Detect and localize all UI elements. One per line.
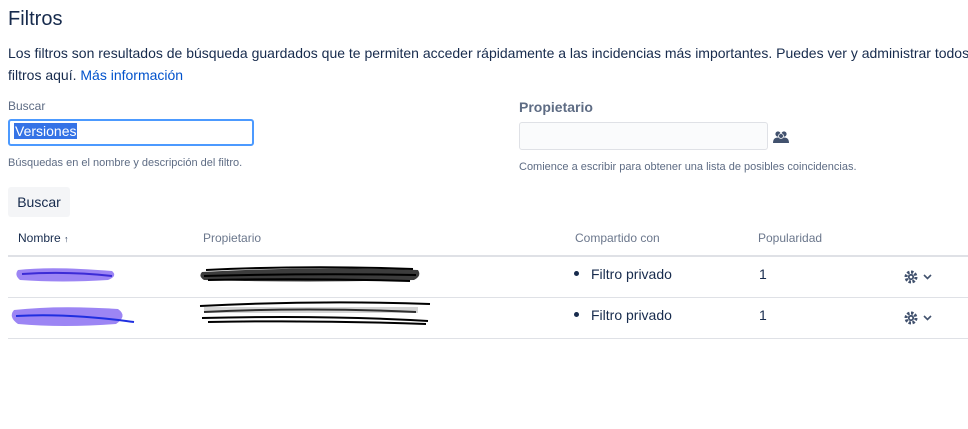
owner-hint: Comience a escribir para obtener una lis… xyxy=(519,161,857,173)
sort-ascending-icon: ↑ xyxy=(64,234,69,244)
gear-dropdown-icon[interactable] xyxy=(903,269,933,285)
gear-dropdown-icon[interactable] xyxy=(903,310,933,326)
column-header-name-label: Nombre xyxy=(18,231,61,245)
page-title: Filtros xyxy=(8,8,63,30)
search-label: Buscar xyxy=(8,99,46,113)
search-hint: Búsquedas en el nombre y descripción del… xyxy=(8,157,243,169)
shared-with: Filtro privado xyxy=(591,266,672,282)
column-header-popularity: Popularidad xyxy=(758,231,823,245)
shared-with: Filtro privado xyxy=(591,307,672,323)
popularity: 1 xyxy=(759,307,767,323)
description-text: Los filtros son resultados de búsqueda g… xyxy=(8,45,968,61)
owner-input[interactable] xyxy=(519,122,768,150)
table-header-divider xyxy=(8,255,968,257)
search-button[interactable]: Buscar xyxy=(8,187,70,217)
redacted-owner xyxy=(199,301,431,325)
description-text-line2: filtros aquí. xyxy=(8,67,77,83)
popularity: 1 xyxy=(759,266,767,282)
users-icon[interactable] xyxy=(773,130,789,144)
redacted-filter-name[interactable] xyxy=(8,302,140,332)
column-header-owner: Propietario xyxy=(203,231,262,245)
redacted-filter-name[interactable] xyxy=(12,262,122,286)
row-divider xyxy=(8,338,968,339)
owner-label: Propietario xyxy=(519,99,593,115)
bullet-icon xyxy=(574,312,579,317)
search-input-value: Versiones xyxy=(14,123,78,139)
search-input[interactable]: Versiones xyxy=(8,119,254,146)
more-info-link[interactable]: Más información xyxy=(80,67,183,83)
row-divider xyxy=(8,297,968,298)
column-header-shared: Compartido con xyxy=(575,231,660,245)
bullet-icon xyxy=(574,271,579,276)
page-description: Los filtros son resultados de búsqueda g… xyxy=(8,42,968,86)
redacted-owner xyxy=(200,266,420,282)
column-header-name[interactable]: Nombre ↑ xyxy=(18,231,69,245)
